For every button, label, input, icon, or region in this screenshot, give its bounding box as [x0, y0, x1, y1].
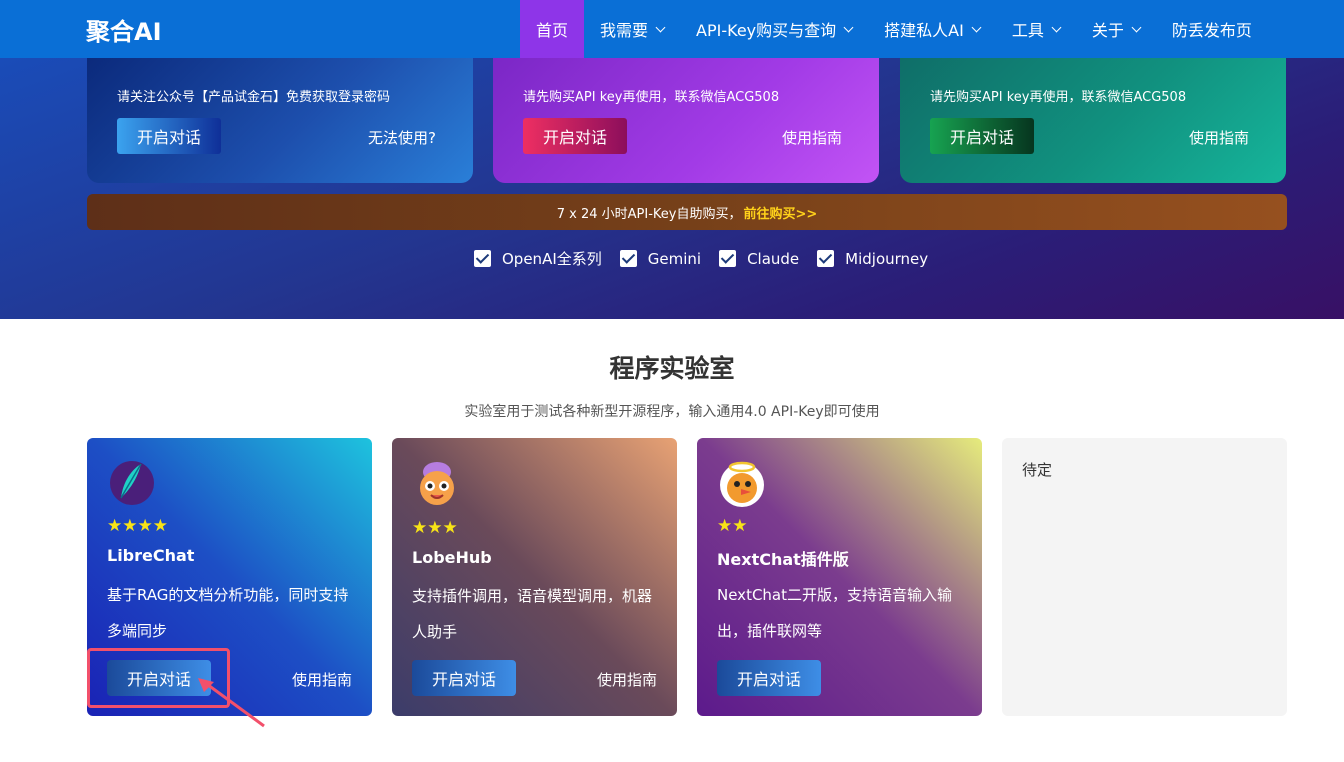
nav-item-label: 防丢发布页 — [1171, 21, 1252, 40]
nav-item-label: API-Key购买与查询 — [696, 21, 837, 40]
chat-card-paid-2: 请先购买API key再使用，联系微信ACG508 开启对话 使用指南 — [900, 58, 1286, 183]
nav-item-backup-page[interactable]: 防丢发布页 — [1156, 0, 1268, 58]
nav-menu: 首页 我需要 API-Key购买与查询 搭建私人AI 工具 关于 防丢发布页 — [520, 0, 1268, 58]
chevron-down-icon — [971, 22, 982, 32]
angel-bird-logo-icon — [720, 461, 764, 507]
check-label: Gemini — [647, 249, 702, 268]
lab-title: 程序实验室 — [609, 354, 735, 383]
check-claude[interactable]: Claude — [719, 248, 799, 269]
app-description: 支持插件调用，语音模型调用，机器人助手 — [412, 587, 653, 641]
card-message: 请关注公众号【产品试金石】免费获取登录密码 — [117, 90, 391, 105]
nav-item-label: 首页 — [536, 21, 569, 40]
nav-item-label: 我需要 — [600, 21, 649, 40]
nav-item-label: 关于 — [1091, 21, 1124, 40]
brand-logo[interactable]: 聚合AI — [86, 12, 162, 47]
check-label: OpenAI全系列 — [502, 250, 602, 268]
nav-item-label: 工具 — [1011, 21, 1044, 40]
check-openai[interactable]: OpenAI全系列 — [474, 248, 602, 269]
purchase-banner[interactable]: 7 x 24 小时API-Key自助购买， 前往购买>> — [87, 194, 1287, 230]
lab-card-placeholder: 待定 — [1002, 438, 1287, 716]
start-chat-button[interactable]: 开启对话 — [717, 660, 821, 696]
app-description: 基于RAG的文档分析功能，同时支持多端同步 — [107, 586, 349, 640]
checkbox-checked-icon[interactable] — [817, 250, 835, 267]
start-chat-button[interactable]: 开启对话 — [930, 118, 1034, 154]
check-label: Midjourney — [845, 249, 929, 268]
chevron-down-icon — [655, 22, 666, 32]
lab-card-nextchat: ★★ NextChat插件版 NextChat二开版，支持语音输入输出，插件联网… — [697, 438, 982, 716]
check-label: Claude — [747, 249, 800, 268]
start-chat-button[interactable]: 开启对话 — [117, 118, 221, 154]
cannot-use-link[interactable]: 无法使用? — [368, 127, 436, 148]
check-gemini[interactable]: Gemini — [619, 248, 702, 269]
card-message: 请先购买API key再使用，联系微信ACG508 — [930, 90, 1187, 105]
start-chat-button[interactable]: 开启对话 — [412, 660, 516, 696]
nav-item-private-ai[interactable]: 搭建私人AI — [868, 0, 996, 58]
check-midjourney[interactable]: Midjourney — [817, 248, 928, 269]
lab-subtitle: 实验室用于测试各种新型开源程序，输入通用4.0 API-Key即可使用 — [464, 404, 880, 420]
chat-card-free: 请关注公众号【产品试金石】免费获取登录密码 开启对话 无法使用? — [87, 58, 473, 183]
app-name: LobeHub — [412, 548, 492, 567]
checkbox-checked-icon[interactable] — [474, 250, 491, 267]
app-description: NextChat二开版，支持语音输入输出，插件联网等 — [717, 586, 952, 640]
nav-item-api-key[interactable]: API-Key购买与查询 — [680, 0, 868, 58]
app-name: NextChat插件版 — [717, 550, 849, 569]
guide-link[interactable]: 使用指南 — [782, 127, 842, 148]
card-message: 请先购买API key再使用，联系微信ACG508 — [523, 90, 780, 105]
top-navbar: 聚合AI 首页 我需要 API-Key购买与查询 搭建私人AI 工具 关于 防丢… — [0, 0, 1344, 58]
guide-link[interactable]: 使用指南 — [597, 669, 657, 690]
guide-link[interactable]: 使用指南 — [292, 669, 352, 690]
chevron-down-icon — [1131, 22, 1142, 32]
banner-purchase-link[interactable]: 前往购买>> — [743, 203, 817, 222]
lab-card-lobehub: ★★★ LobeHub 支持插件调用，语音模型调用，机器人助手 开启对话 使用指… — [392, 438, 677, 716]
guide-link[interactable]: 使用指南 — [1189, 127, 1249, 148]
nav-item-about[interactable]: 关于 — [1076, 0, 1156, 58]
rating-stars: ★★★ — [412, 518, 458, 538]
nav-item-home[interactable]: 首页 — [520, 0, 585, 58]
rating-stars: ★★ — [717, 516, 748, 536]
feather-logo-icon — [110, 461, 154, 505]
checkbox-checked-icon[interactable] — [619, 250, 637, 267]
model-checklist: OpenAI全系列 Gemini Claude Midjourney — [474, 248, 946, 269]
chevron-down-icon — [843, 22, 854, 32]
lobe-logo-icon — [420, 462, 454, 505]
nav-item-tools[interactable]: 工具 — [996, 0, 1076, 58]
placeholder-text: 待定 — [1022, 461, 1053, 479]
banner-text: 7 x 24 小时API-Key自助购买， — [556, 206, 742, 222]
rating-stars: ★★★★ — [107, 516, 168, 536]
hero-section: 请关注公众号【产品试金石】免费获取登录密码 开启对话 无法使用? 请先购买API… — [0, 58, 1344, 319]
chevron-down-icon — [1051, 22, 1062, 32]
annotation-arrow-icon — [198, 678, 265, 728]
nav-item-need[interactable]: 我需要 — [584, 0, 680, 58]
chat-card-paid-1: 请先购买API key再使用，联系微信ACG508 开启对话 使用指南 — [493, 58, 879, 183]
app-name: LibreChat — [107, 546, 195, 565]
checkbox-checked-icon[interactable] — [719, 250, 737, 267]
start-chat-button[interactable]: 开启对话 — [523, 118, 627, 154]
nav-item-label: 搭建私人AI — [884, 21, 964, 40]
